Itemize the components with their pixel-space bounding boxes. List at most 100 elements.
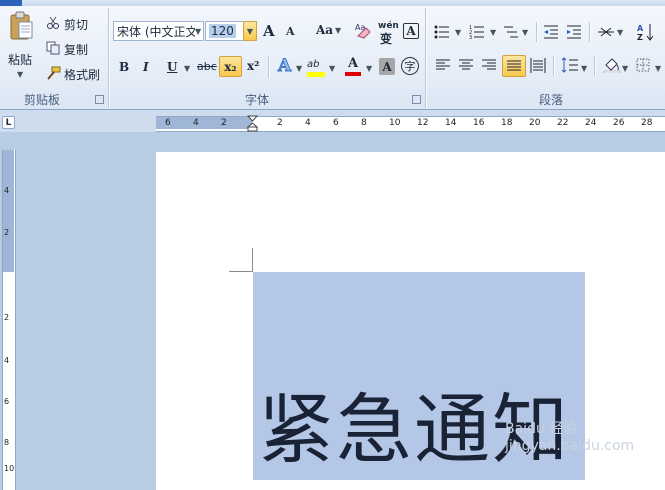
underline-button[interactable]: U	[167, 60, 177, 74]
group-divider	[108, 8, 109, 108]
highlight-button[interactable]: ab	[307, 56, 327, 77]
shading-dropdown-icon[interactable]: ▼	[622, 64, 628, 73]
ruler-tick-label: 8	[361, 118, 367, 128]
text-effects-button[interactable]: A	[277, 56, 291, 77]
paragraph-divider	[589, 22, 590, 42]
justify-icon	[507, 60, 521, 70]
distributed-icon[interactable]	[530, 58, 546, 76]
subscript-button[interactable]: x₂	[219, 56, 242, 77]
cut-icon[interactable]	[46, 16, 60, 33]
font-size-dropdown-icon[interactable]: ▼	[243, 21, 257, 41]
file-tab[interactable]	[0, 0, 22, 6]
align-left-icon[interactable]	[436, 59, 450, 75]
shrink-font-button[interactable]: A	[286, 25, 295, 38]
align-center-icon[interactable]	[459, 59, 473, 75]
ruler-tick-label: 2	[277, 118, 283, 128]
ribbon	[0, 0, 665, 110]
align-right-icon[interactable]	[482, 59, 496, 75]
bullets-dropdown-icon[interactable]: ▼	[455, 28, 461, 37]
cut-button[interactable]: 剪切	[64, 16, 88, 33]
font-group-label: 字体	[245, 93, 270, 107]
ruler-tick-label: 4	[305, 118, 311, 128]
asian-layout-dropdown-icon[interactable]: ▼	[617, 28, 623, 37]
highlight-dropdown-icon[interactable]: ▼	[329, 64, 335, 73]
copy-button[interactable]: 复制	[64, 41, 88, 58]
character-shading-button[interactable]: A	[379, 58, 395, 75]
numbering-dropdown-icon[interactable]: ▼	[490, 28, 496, 37]
ruler-tick-label: 4	[4, 186, 10, 195]
format-painter-button[interactable]: 格式刷	[64, 66, 100, 83]
font-color-button[interactable]: A	[344, 56, 362, 76]
svg-text:3: 3	[469, 35, 472, 39]
shading-icon[interactable]	[603, 57, 621, 76]
enclose-characters-button[interactable]: 字	[401, 57, 419, 75]
decrease-indent-icon[interactable]	[543, 25, 559, 42]
ruler-tick-label: 18	[501, 118, 513, 128]
paragraph-group-label: 段落	[539, 93, 564, 107]
ruler-tick-label: 12	[417, 118, 429, 128]
ruler-tick-label: 4	[4, 356, 10, 365]
ruler-tick-label: 14	[445, 118, 457, 128]
clipboard-launcher-icon[interactable]	[95, 95, 104, 104]
phonetic-guide-icon[interactable]: 变	[380, 30, 392, 47]
font-row-divider	[268, 56, 269, 78]
increase-indent-icon[interactable]	[566, 25, 582, 42]
ruler-tick-label: 24	[585, 118, 597, 128]
clipboard-group-label: 剪贴板	[24, 93, 61, 107]
ruler-tick-label: 6	[4, 397, 10, 406]
change-case-button[interactable]: Aa	[316, 23, 333, 37]
asian-layout-icon[interactable]	[597, 24, 615, 43]
superscript-button[interactable]: x²	[247, 59, 259, 73]
numbering-icon[interactable]: 123	[469, 25, 485, 42]
font-name-dropdown-icon[interactable]: ▼	[195, 27, 201, 36]
svg-text:Z: Z	[637, 33, 643, 42]
font-color-label: A	[347, 56, 359, 71]
clear-formatting-icon[interactable]: Aa	[354, 20, 374, 43]
paste-dropdown-icon[interactable]: ▼	[17, 70, 23, 79]
grow-font-button[interactable]: A	[263, 22, 275, 40]
paste-button[interactable]: 粘贴	[8, 51, 32, 68]
ruler-tick-label: 2	[4, 313, 10, 322]
line-spacing-dropdown-icon[interactable]: ▼	[581, 64, 587, 73]
ruler-tick-label: 10	[4, 464, 15, 473]
font-color-swatch	[345, 72, 361, 76]
ruler-tick-label: 28	[641, 118, 653, 128]
underline-dropdown-icon[interactable]: ▼	[184, 64, 190, 73]
highlight-color-swatch	[307, 72, 325, 77]
font-color-dropdown-icon[interactable]: ▼	[366, 64, 372, 73]
indent-marker-icon[interactable]	[246, 115, 259, 136]
bold-button[interactable]: B	[119, 60, 129, 74]
watermark: Baidu 经验 jingyan.baidu.com	[505, 421, 635, 454]
paste-icon[interactable]	[4, 10, 38, 42]
italic-button[interactable]: I	[143, 60, 149, 74]
ruler-tick-label: 6	[333, 118, 339, 128]
enclose-characters-label: 字	[404, 60, 416, 73]
text-effects-dropdown-icon[interactable]: ▼	[296, 64, 302, 73]
tab-selector-label: L	[5, 117, 12, 128]
character-shading-label: A	[382, 59, 392, 74]
borders-dropdown-icon[interactable]: ▼	[655, 64, 661, 73]
change-case-dropdown-icon[interactable]: ▼	[335, 26, 341, 35]
ruler-tick-label: 4	[193, 118, 199, 128]
ruler-tick-label: 26	[613, 118, 625, 128]
tab-selector[interactable]: L	[2, 116, 15, 129]
font-name-combo[interactable]: 宋体 (中文正文 ▼	[113, 21, 204, 41]
strikethrough-button[interactable]: abc	[197, 60, 217, 73]
paragraph-divider	[536, 22, 537, 42]
sort-icon[interactable]: AZ	[637, 22, 655, 45]
bullets-icon[interactable]	[434, 25, 450, 42]
format-painter-icon[interactable]	[45, 66, 61, 83]
character-border-button[interactable]: A	[403, 23, 419, 39]
font-launcher-icon[interactable]	[412, 95, 421, 104]
ruler-tick-label: 10	[389, 118, 401, 128]
line-spacing-icon[interactable]	[561, 57, 579, 76]
multilevel-list-icon[interactable]	[503, 25, 519, 42]
ruler-tick-label: 20	[529, 118, 541, 128]
ruler-tick-label: 6	[165, 118, 171, 128]
multilevel-list-dropdown-icon[interactable]: ▼	[522, 28, 528, 37]
copy-icon[interactable]	[46, 41, 60, 58]
ruler-tick-label: 16	[473, 118, 485, 128]
borders-icon[interactable]	[636, 58, 650, 75]
justify-button[interactable]	[502, 55, 526, 77]
ribbon-tab-strip	[0, 0, 665, 6]
